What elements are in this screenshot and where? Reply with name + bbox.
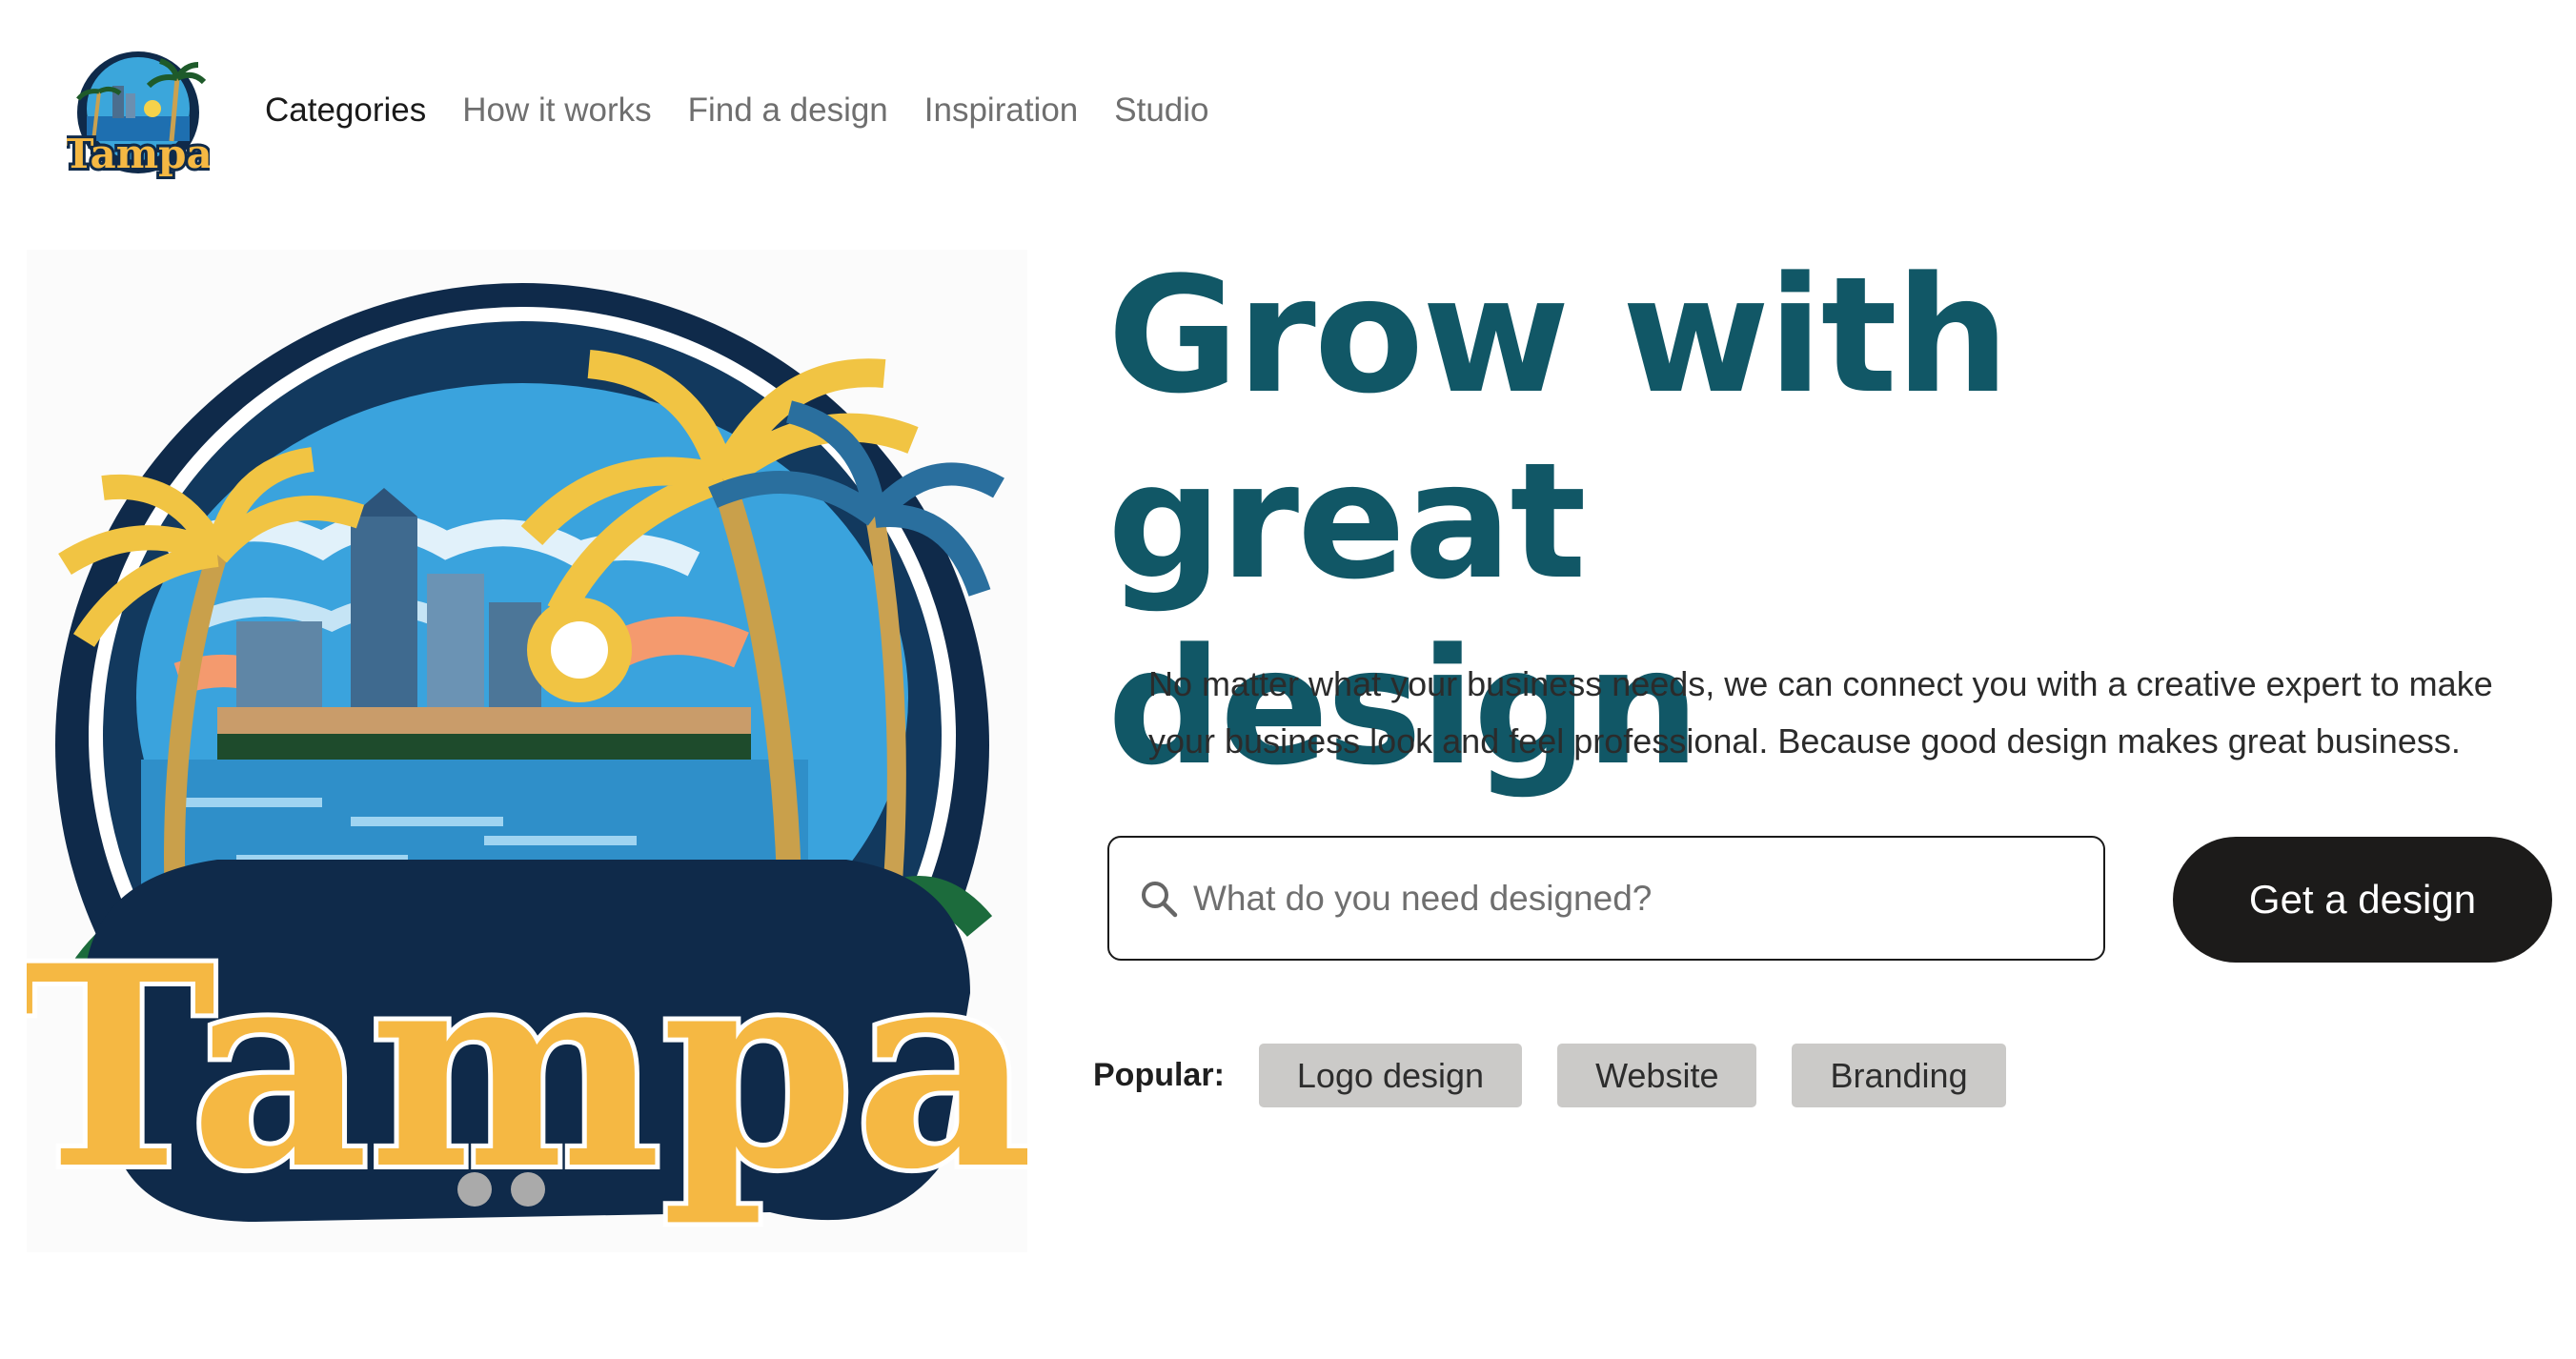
nav-inspiration[interactable]: Inspiration: [924, 93, 1078, 127]
popular-tags: Popular: Logo design Website Branding: [1093, 1044, 2041, 1107]
nav-how-it-works[interactable]: How it works: [462, 93, 651, 127]
nav-categories[interactable]: Categories: [265, 93, 426, 127]
nav-studio[interactable]: Studio: [1114, 93, 1208, 127]
hero-image: Tampa: [27, 250, 1027, 1252]
main-nav: Categories How it works Find a design In…: [265, 93, 1209, 127]
hero-subtitle: No matter what your business needs, we c…: [1148, 664, 2493, 761]
tampa-illustration: Tampa: [27, 283, 1027, 1235]
logo-illustration: Tampa: [61, 51, 215, 180]
tag-branding[interactable]: Branding: [1792, 1044, 2006, 1107]
carousel-dots: [457, 1172, 545, 1207]
carousel-dot-1[interactable]: [457, 1172, 492, 1207]
search-icon: [1142, 881, 1178, 917]
headline-line-1: Grow with great: [1107, 242, 2010, 615]
popular-label: Popular:: [1093, 1057, 1225, 1093]
svg-text:Tampa: Tampa: [67, 131, 210, 177]
get-a-design-button[interactable]: Get a design: [2173, 837, 2552, 963]
site-logo[interactable]: Tampa: [61, 46, 215, 191]
tag-logo-design[interactable]: Logo design: [1258, 1044, 1523, 1107]
carousel-dot-2[interactable]: [511, 1172, 545, 1207]
search-input[interactable]: [1191, 877, 2053, 920]
search-box[interactable]: [1107, 836, 2105, 961]
tag-website[interactable]: Website: [1557, 1044, 1757, 1107]
nav-find-a-design[interactable]: Find a design: [688, 93, 888, 127]
